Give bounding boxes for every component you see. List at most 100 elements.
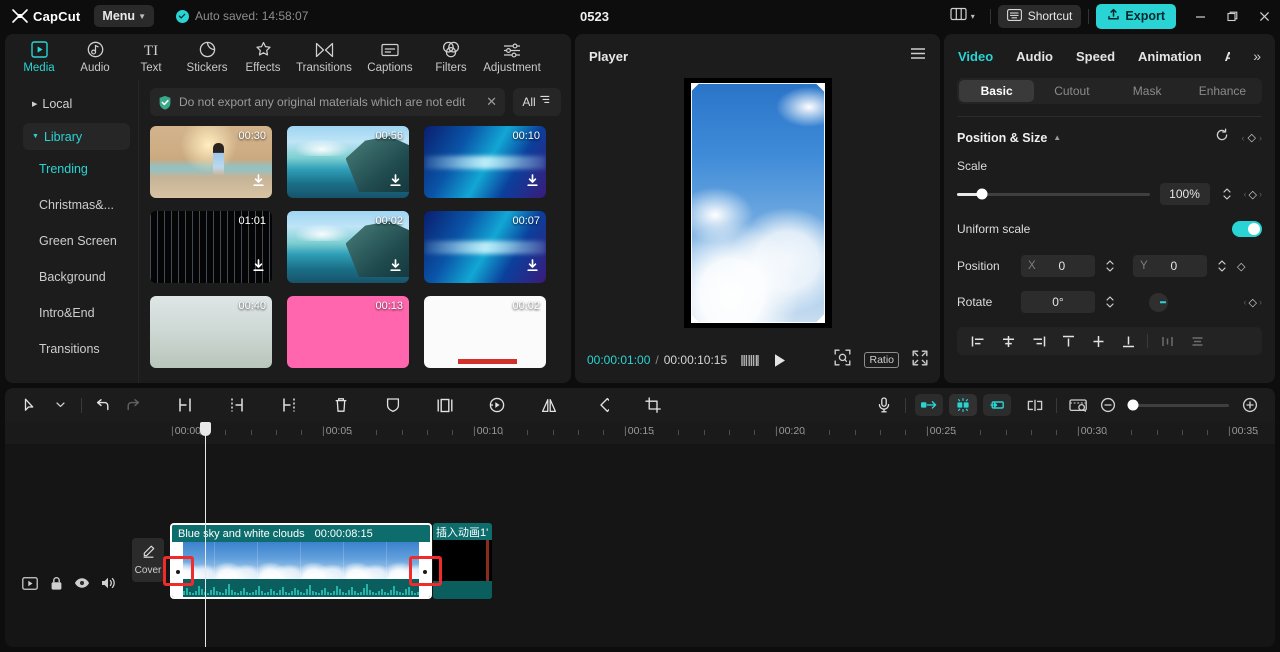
track-type-icon[interactable] <box>21 574 39 592</box>
tab-video[interactable]: Video <box>958 49 993 64</box>
segment-mask[interactable]: Mask <box>1110 80 1185 102</box>
library-item-green-screen[interactable]: Green Screen <box>39 228 138 254</box>
eye-icon[interactable] <box>73 574 91 592</box>
rotate-stepper[interactable] <box>1103 291 1117 313</box>
download-icon[interactable] <box>525 173 540 193</box>
position-y-input[interactable]: Y 0 <box>1133 255 1207 277</box>
category-library[interactable]: ▼ Library <box>23 123 130 150</box>
uniform-scale-toggle[interactable] <box>1232 221 1262 237</box>
download-icon[interactable] <box>388 258 403 278</box>
keyframe-next-arrow[interactable]: › <box>1259 297 1262 307</box>
undo-icon[interactable] <box>88 390 118 420</box>
align-left-icon[interactable] <box>963 327 993 355</box>
tab-text[interactable]: TI Text <box>123 35 179 79</box>
scale-slider[interactable] <box>957 188 1150 200</box>
tab-media[interactable]: Media <box>11 35 67 79</box>
position-x-stepper[interactable] <box>1103 255 1117 277</box>
keyframe-diamond-icon[interactable]: ◇ <box>1248 131 1256 144</box>
library-item-christmas[interactable]: Christmas&... <box>39 192 138 218</box>
export-button[interactable]: Export <box>1096 3 1176 29</box>
microphone-icon[interactable] <box>869 390 899 420</box>
tab-animation[interactable]: Animation <box>1138 49 1202 64</box>
play-button[interactable] <box>773 353 787 368</box>
chevron-right-double-icon[interactable]: » <box>1253 48 1261 64</box>
hamburger-icon[interactable] <box>910 47 926 65</box>
select-arrow-icon[interactable] <box>15 390 45 420</box>
fullscreen-icon[interactable] <box>912 350 928 371</box>
tab-transitions[interactable]: Transitions <box>291 35 357 79</box>
download-icon[interactable] <box>388 173 403 193</box>
media-item[interactable]: 00:40 <box>150 296 272 368</box>
minimize-button[interactable] <box>1184 0 1216 32</box>
tab-adjust-truncated[interactable]: A <box>1225 49 1231 64</box>
playhead-handle[interactable] <box>200 422 211 436</box>
segment-cutout[interactable]: Cutout <box>1034 80 1109 102</box>
speed-icon[interactable] <box>482 390 512 420</box>
tab-captions[interactable]: Captions <box>357 35 423 79</box>
redo-icon[interactable] <box>118 390 148 420</box>
timeline-playhead[interactable] <box>200 422 211 647</box>
tab-speed[interactable]: Speed <box>1076 49 1115 64</box>
reset-icon[interactable] <box>1215 128 1229 147</box>
media-item[interactable]: 00:02 <box>287 211 409 283</box>
resize-handle-bottom-right[interactable] <box>815 314 825 323</box>
crop-icon[interactable] <box>638 390 668 420</box>
align-middle-vertical-icon[interactable] <box>1083 327 1113 355</box>
resize-handle-top-right[interactable] <box>815 83 825 92</box>
shortcut-button[interactable]: Shortcut <box>997 4 1082 28</box>
tool-dropdown-chevron-icon[interactable] <box>45 390 75 420</box>
rotate-keyframe-icon[interactable]: ◇ <box>1249 296 1257 309</box>
volume-icon[interactable] <box>99 574 117 592</box>
delete-icon[interactable] <box>326 390 356 420</box>
media-item[interactable]: 00:13 <box>287 296 409 368</box>
snap-right-icon[interactable] <box>983 394 1011 416</box>
zoom-slider-knob[interactable] <box>1127 399 1139 411</box>
close-button[interactable] <box>1248 0 1280 32</box>
segment-basic[interactable]: Basic <box>959 80 1035 102</box>
timeline-zoom-slider[interactable] <box>1127 399 1229 411</box>
maximize-button[interactable] <box>1216 0 1248 32</box>
zoom-out-icon[interactable] <box>1093 390 1123 420</box>
preview-thumb-icon[interactable] <box>1063 390 1093 420</box>
ratio-button[interactable]: Ratio <box>864 352 899 368</box>
media-item[interactable]: 00:10 <box>424 126 546 198</box>
tab-filters[interactable]: Filters <box>423 35 479 79</box>
rotate-icon[interactable] <box>586 390 616 420</box>
scale-slider-knob[interactable] <box>976 188 988 200</box>
auto-snap-icon[interactable] <box>949 394 977 416</box>
scale-stepper[interactable] <box>1220 183 1234 205</box>
timeline-clip-selected[interactable]: Blue sky and white clouds 00:00:08:15 <box>170 523 432 599</box>
trim-left-icon[interactable] <box>222 390 252 420</box>
layout-button[interactable]: ▾ <box>942 7 983 26</box>
scale-keyframe-icon[interactable]: ◇ <box>1249 188 1257 201</box>
flip-icon[interactable] <box>534 390 564 420</box>
library-item-transitions[interactable]: Transitions <box>39 336 138 362</box>
rotate-dial[interactable] <box>1149 292 1168 312</box>
keyframe-prev-arrow[interactable]: ‹ <box>1244 189 1247 199</box>
frames-icon[interactable] <box>741 354 759 367</box>
trim-right-icon[interactable] <box>274 390 304 420</box>
scale-value-input[interactable]: 100% <box>1159 183 1210 205</box>
cover-button[interactable]: Cover <box>132 538 164 582</box>
zoom-in-icon[interactable] <box>1235 390 1265 420</box>
keyframe-next-arrow[interactable]: › <box>1259 189 1262 199</box>
media-item[interactable]: 00:30 <box>150 126 272 198</box>
keyframe-prev-arrow[interactable]: ‹ <box>1244 297 1247 307</box>
link-icon[interactable] <box>1020 390 1050 420</box>
menu-button[interactable]: Menu ▼ <box>94 5 154 27</box>
align-top-icon[interactable] <box>1053 327 1083 355</box>
resize-handle-bottom-left[interactable] <box>690 314 700 323</box>
close-icon[interactable]: ✕ <box>484 94 497 110</box>
tab-stickers[interactable]: Stickers <box>179 35 235 79</box>
align-center-horizontal-icon[interactable] <box>993 327 1023 355</box>
align-bottom-icon[interactable] <box>1113 327 1143 355</box>
chevron-up-icon[interactable]: ▲ <box>1053 133 1061 142</box>
category-local[interactable]: ▶ Local <box>23 90 130 117</box>
keyframe-next-arrow[interactable]: › <box>1259 133 1262 143</box>
mirror-panel-icon[interactable] <box>430 390 460 420</box>
media-item[interactable]: 00:56 <box>287 126 409 198</box>
library-item-intro-end[interactable]: Intro&End <box>39 300 138 326</box>
tab-effects[interactable]: Effects <box>235 35 291 79</box>
split-icon[interactable] <box>170 390 200 420</box>
resize-handle-top-left[interactable] <box>690 83 700 92</box>
